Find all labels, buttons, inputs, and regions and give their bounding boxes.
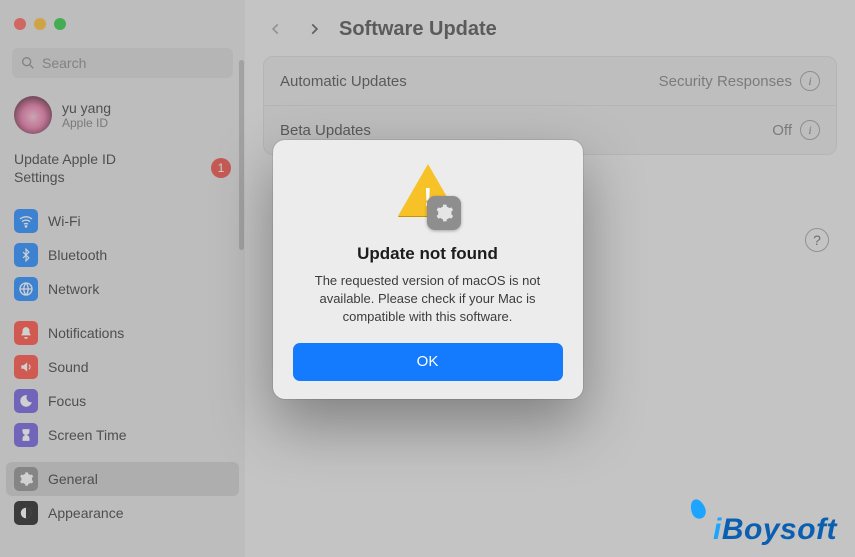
warning-icon: !	[393, 162, 463, 232]
dialog-body: The requested version of macOS is not av…	[293, 272, 563, 327]
update-not-found-dialog: ! Update not found The requested version…	[273, 140, 583, 399]
modal-wrap: ! Update not found The requested version…	[0, 0, 855, 557]
system-settings-window: Search yu yang Apple ID Update Apple ID …	[0, 0, 855, 557]
dialog-title: Update not found	[293, 244, 563, 264]
gear-icon	[427, 196, 461, 230]
watermark: iBoysoft	[713, 513, 837, 547]
ok-button[interactable]: OK	[293, 343, 563, 381]
